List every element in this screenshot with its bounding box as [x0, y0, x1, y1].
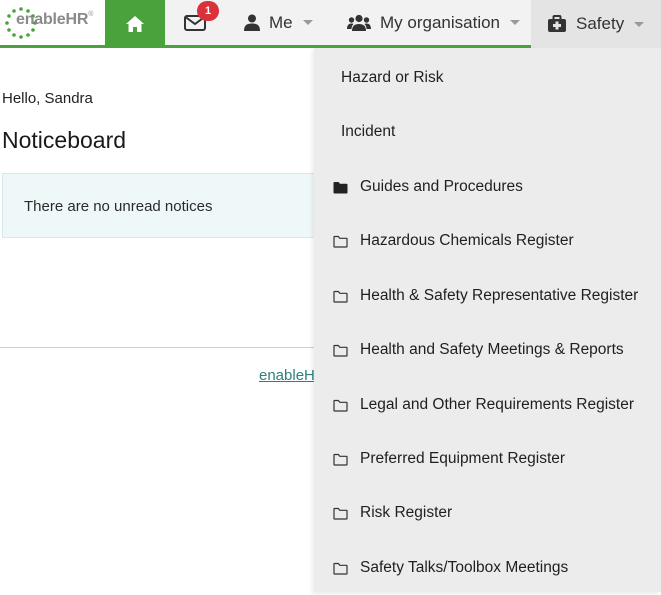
my-organisation-label: My organisation: [380, 12, 501, 32]
folder-outline-icon: [333, 235, 348, 248]
logo-registered-mark: ®: [88, 11, 94, 18]
user-icon: [244, 14, 260, 31]
menu-item-hazardous-chemicals-register[interactable]: Hazardous Chemicals Register: [314, 214, 661, 268]
me-menu[interactable]: Me: [244, 0, 313, 45]
notice-panel: There are no unread notices: [2, 173, 332, 238]
footer-enablehr-link[interactable]: enableHR: [259, 367, 315, 384]
my-organisation-menu[interactable]: My organisation: [347, 0, 521, 45]
folder-outline-icon: [333, 399, 348, 412]
folder-outline-icon: [333, 344, 348, 357]
unread-count-badge: 1: [197, 1, 219, 21]
no-notices-message: There are no unread notices: [24, 198, 213, 215]
menu-item-safety-talks-toolbox-meetings[interactable]: Safety Talks/Toolbox Meetings: [314, 541, 661, 595]
menu-item-label: Health and Safety Meetings & Reports: [360, 341, 624, 358]
menu-item-label: Hazard or Risk: [341, 69, 444, 86]
menu-item-risk-register[interactable]: Risk Register: [314, 486, 661, 540]
menu-item-incident[interactable]: Incident: [314, 105, 661, 159]
menu-item-label: Safety Talks/Toolbox Meetings: [360, 559, 569, 576]
menu-item-label: Incident: [341, 123, 396, 140]
safety-menu[interactable]: Safety: [531, 0, 661, 48]
chevron-down-icon: [634, 21, 645, 27]
menu-item-hazard-or-risk[interactable]: Hazard or Risk: [314, 51, 661, 105]
menu-item-label: Guides and Procedures: [360, 178, 523, 195]
top-navigation-bar: enableHR® 1 Me My organisation Safety: [0, 0, 661, 48]
logo-wordmark: enableHR®: [16, 11, 93, 29]
folder-outline-icon: [333, 453, 348, 466]
menu-item-legal-and-other-requirements-register[interactable]: Legal and Other Requirements Register: [314, 378, 661, 432]
folder-outline-icon: [333, 290, 348, 303]
logo-text: enableHR: [16, 11, 89, 28]
menu-item-guides-and-procedures[interactable]: Guides and Procedures: [314, 160, 661, 214]
home-icon: [126, 16, 144, 32]
home-button[interactable]: [105, 0, 165, 48]
me-menu-label: Me: [269, 12, 293, 32]
menu-item-label: Hazardous Chemicals Register: [360, 232, 574, 249]
greeting-text: Hello, Sandra: [2, 90, 93, 107]
folder-outline-icon: [333, 562, 348, 575]
chevron-down-icon: [510, 20, 521, 25]
page-title: Noticeboard: [2, 127, 127, 153]
menu-item-preferred-equipment-register[interactable]: Preferred Equipment Register: [314, 432, 661, 486]
folder-filled-icon: [333, 181, 348, 193]
menu-item-health-and-safety-meetings-reports[interactable]: Health and Safety Meetings & Reports: [314, 323, 661, 377]
folder-outline-icon: [333, 507, 348, 520]
footer-divider: [0, 347, 330, 348]
menu-item-label: Risk Register: [360, 504, 453, 521]
menu-item-label: Legal and Other Requirements Register: [360, 396, 634, 413]
menu-item-health-safety-representative-register[interactable]: Health & Safety Representative Register: [314, 269, 661, 323]
first-aid-kit-icon: [548, 15, 566, 32]
menu-item-label: Health & Safety Representative Register: [360, 287, 639, 304]
menu-item-label: Preferred Equipment Register: [360, 450, 566, 467]
enablehr-logo[interactable]: enableHR®: [0, 0, 105, 45]
users-group-icon: [347, 14, 371, 31]
safety-menu-label: Safety: [576, 14, 625, 33]
chevron-down-icon: [302, 20, 313, 25]
safety-dropdown-menu: Hazard or Risk Incident Guides and Proce…: [314, 48, 661, 592]
